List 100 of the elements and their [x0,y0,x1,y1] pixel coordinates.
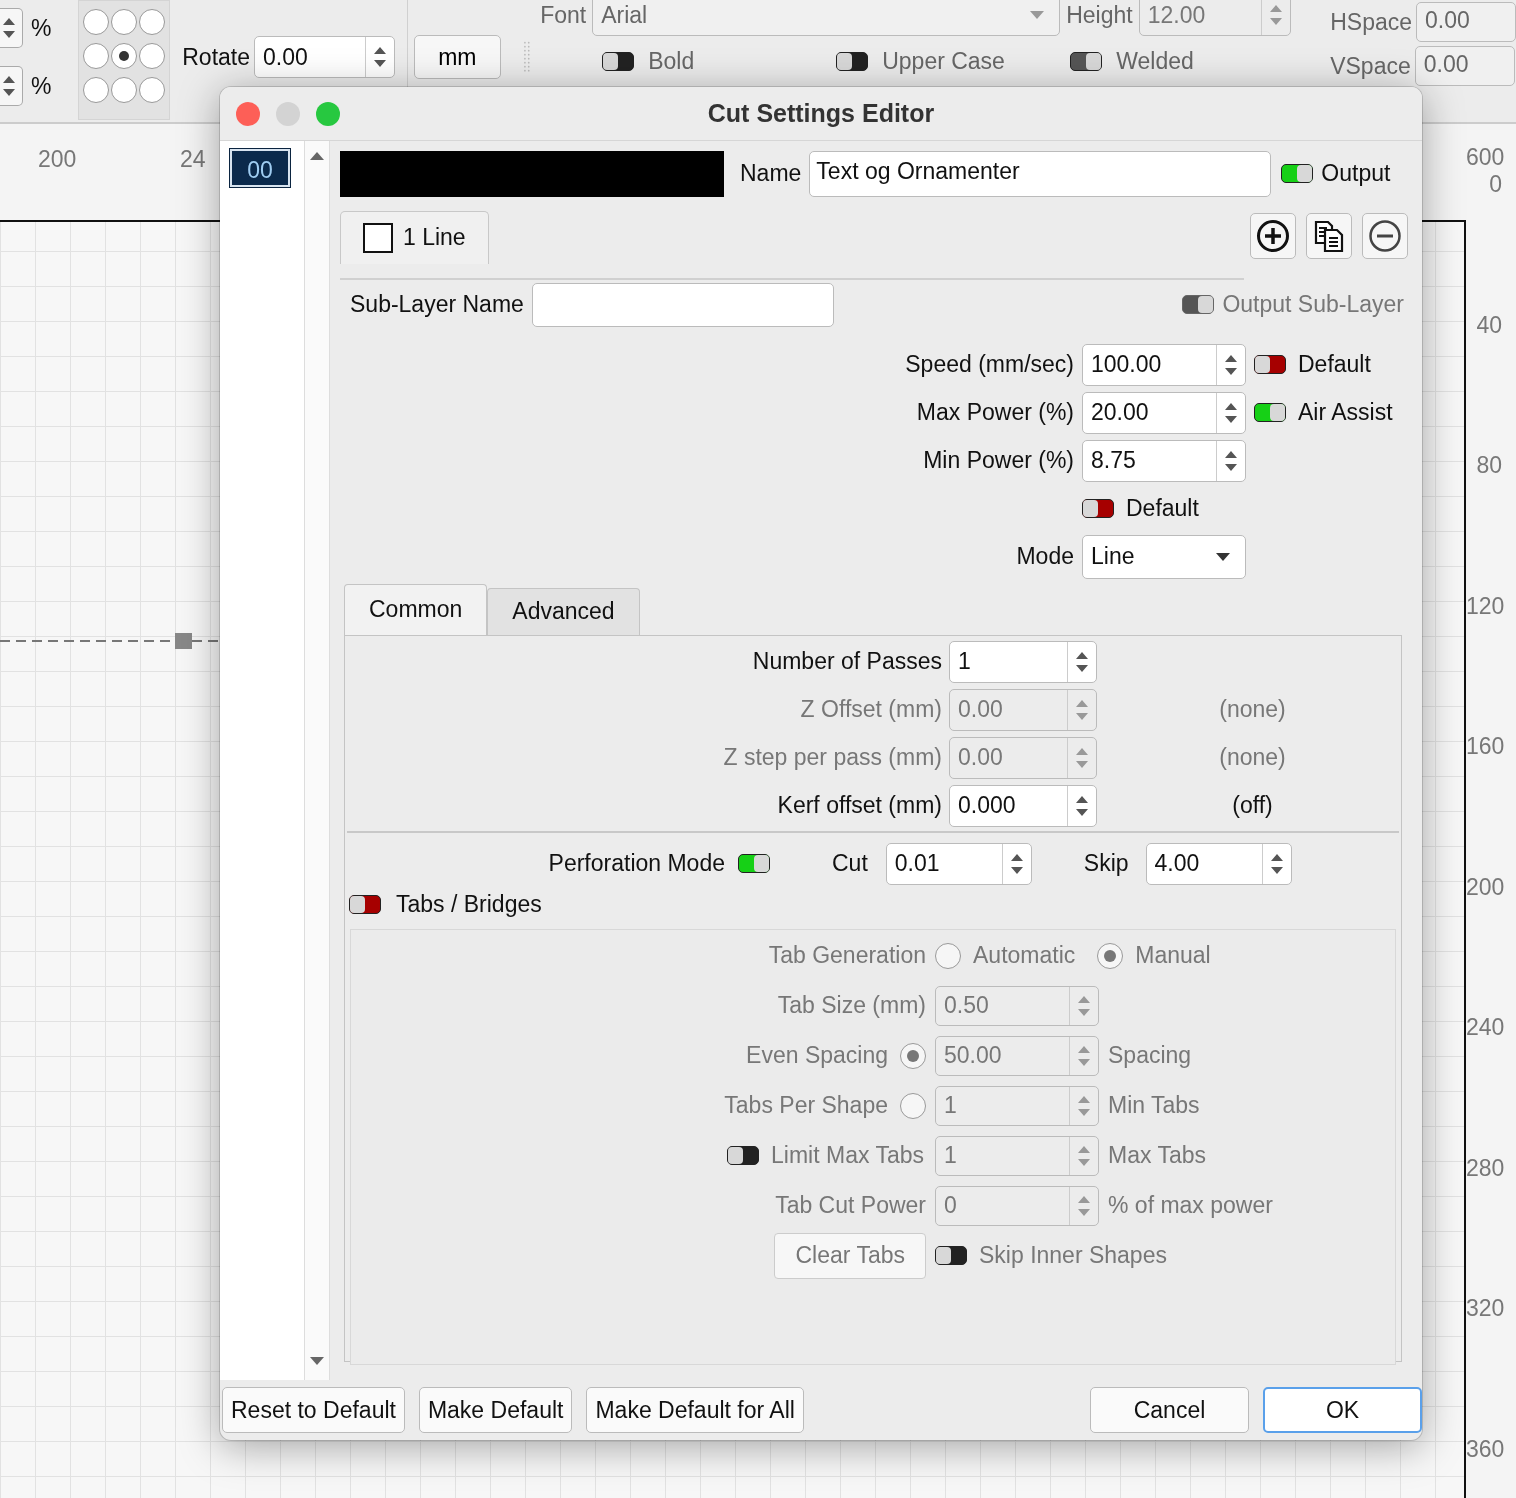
tab[interactable]: Common [344,583,488,635]
setting-label: Tab Cut Power [775,1192,926,1220]
layer-item[interactable]: 00 [230,148,290,187]
toggle-switch[interactable] [602,52,635,71]
toggle-switch[interactable] [727,1146,760,1166]
number-field[interactable]: 0.50 [935,985,1099,1026]
setting-label: Min Power (%) [922,447,1074,475]
hspace-label: HSpace [1330,8,1412,36]
sublayer-name-field[interactable] [531,282,834,327]
number-field[interactable]: 20.00 [1082,391,1246,434]
dialog-button[interactable]: Cancel [1090,1387,1249,1433]
toggle-switch[interactable] [1082,499,1114,519]
stepper-button[interactable] [0,8,23,48]
scroll-up-icon[interactable] [308,150,325,161]
ruler-number: 280 [1466,1154,1506,1183]
number-field[interactable]: 4.00 [1145,842,1292,885]
status-note: (off) [1232,792,1273,819]
toggle-switch[interactable] [1254,403,1286,423]
vspace-field[interactable]: 0.00 [1414,46,1515,86]
remove-button[interactable] [1362,212,1408,259]
checkbox[interactable] [363,222,393,253]
number-field[interactable]: 12.00 [1138,0,1291,36]
toggle-switch[interactable] [738,854,770,874]
add-button[interactable] [1250,212,1296,259]
mode-label: Mode [1015,543,1074,571]
number-field[interactable]: 50.00 [935,1035,1099,1076]
stepper-arrows-icon [2,16,16,40]
radio-button[interactable] [1097,942,1124,969]
unit-button[interactable]: mm [414,35,501,79]
sublayer-tab[interactable]: 1 Line [340,210,489,264]
window-title: Cut Settings Editor [707,98,935,128]
toggle-switch[interactable] [935,1246,967,1266]
number-field[interactable]: 1 [949,640,1097,683]
close-button[interactable] [236,102,260,126]
toggle-switch[interactable] [1281,164,1314,184]
setting-label: Speed (mm/sec) [904,351,1074,379]
hspace-field[interactable]: 0.00 [1416,2,1516,42]
scrollbar[interactable] [303,140,330,1381]
setting-label: Number of Passes [751,648,942,676]
tab[interactable]: Advanced [487,587,640,635]
ruler-number: 120 [1466,592,1506,621]
toggle-label: Default [1126,495,1199,523]
radio-button[interactable] [900,1042,926,1069]
toggle-switch[interactable] [349,895,381,915]
setting-label: Kerf offset (mm) [776,792,942,820]
stepper-arrows-icon [1268,3,1283,27]
dialog-button[interactable]: Reset to Default [222,1387,405,1433]
setting-label: Tab Size (mm) [777,992,926,1020]
ruler-number: 600 [1466,144,1505,170]
anchor-point[interactable] [111,43,138,69]
toggle-switch[interactable] [836,52,869,71]
toggle-label: Upper Case [882,48,1005,75]
output-sublayer-label: Output Sub-Layer [1222,291,1404,319]
toggle-label: Air Assist [1298,399,1393,427]
dialog-button[interactable]: OK [1263,1387,1422,1433]
height-label: Height [1066,1,1133,29]
setting-label: Tab Generation [767,942,926,970]
font-dropdown[interactable]: Arial [592,0,1061,36]
toggle-label: Default [1298,351,1371,379]
setting-label: Tabs Per Shape [724,1092,888,1120]
mode-dropdown[interactable]: Line [1082,534,1246,579]
copy-button[interactable] [1306,212,1352,259]
unit-label: % [31,72,52,100]
scroll-down-icon[interactable] [308,1356,325,1367]
radio-label: Manual [1135,942,1211,970]
status-note: (none) [1219,744,1286,771]
toggle-switch[interactable] [1070,52,1103,71]
sublayer-name-label: Sub-Layer Name [350,291,524,319]
number-field[interactable]: 0.000 [949,784,1097,827]
number-field[interactable]: 8.75 [1082,439,1246,482]
number-field[interactable]: 100.00 [1082,343,1246,386]
ruler-number: 360 [1466,1435,1506,1464]
clear-tabs-button[interactable]: Clear Tabs [774,1232,926,1279]
dialog-button[interactable]: Make Default for All [586,1387,804,1433]
stepper-button[interactable] [0,66,23,106]
name-label: Name [740,160,802,188]
dialog-button[interactable]: Make Default [418,1387,573,1433]
output-label: Output [1321,160,1391,188]
number-field[interactable]: 1 [935,1085,1099,1126]
ruler-number: 240 [1466,1014,1506,1042]
remove-icon [1368,218,1402,253]
ruler-number: 200 [1466,873,1506,902]
color-swatch[interactable] [340,150,724,197]
number-field[interactable]: 0.01 [885,842,1032,885]
radio-button[interactable] [900,1092,926,1119]
setting-label: Even Spacing [746,1042,888,1070]
font-label: Font [540,1,587,29]
unit-label: Spacing [1108,1042,1192,1069]
number-field[interactable]: 0 [935,1185,1099,1226]
name-field[interactable]: Text og Ornamenter [809,150,1272,197]
number-field[interactable]: 0.00 [254,36,396,78]
copy-icon [1312,218,1346,253]
setting-label: Z step per pass (mm) [722,744,942,772]
toggle-switch[interactable] [1254,355,1286,375]
radio-label: Automatic [973,942,1076,970]
toggle-label: Welded [1116,48,1194,75]
radio-button[interactable] [935,942,961,969]
toggle-label: Bold [648,48,695,75]
number-field[interactable]: 1 [935,1135,1099,1176]
cut-label: Cut [832,850,868,878]
